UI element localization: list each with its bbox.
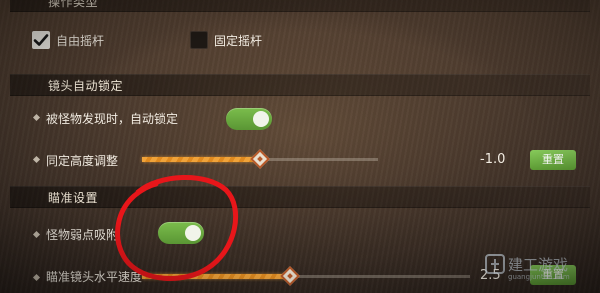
section-header-aim: 瞄准设置: [10, 186, 590, 208]
watermark: 建工游戏 guangjuntun.com: [484, 251, 594, 289]
slider-track: [260, 158, 378, 161]
section-header-camera-lock: 镜头自动锁定: [10, 74, 590, 96]
slider-track: [290, 275, 470, 278]
height-reset-button[interactable]: 重置: [530, 150, 576, 170]
fixed-stick-label: 固定摇杆: [214, 34, 263, 48]
slider-thumb[interactable]: [250, 149, 270, 169]
height-adjust-label: 同定高度调整: [46, 154, 119, 168]
weakpoint-snap-label: 怪物弱点吸附: [46, 228, 119, 242]
watermark-text: 建工游戏: [508, 256, 569, 274]
auto-lock-label: 被怪物发现时，自动锁定: [46, 112, 179, 126]
toggle-knob: [253, 111, 269, 127]
section-title: 操作类型: [48, 0, 99, 9]
section-title: 镜头自动锁定: [48, 79, 124, 93]
section-title: 瞄准设置: [48, 191, 99, 205]
slider-thumb[interactable]: [280, 266, 300, 286]
auto-lock-toggle[interactable]: [226, 108, 272, 130]
bullet-icon: [32, 230, 41, 239]
bullet-icon: [32, 273, 41, 282]
height-adjust-value: -1.0: [480, 152, 506, 167]
fixed-stick-checkbox[interactable]: [190, 31, 208, 49]
watermark-url: guangjuntun.com: [508, 273, 570, 281]
section-header-control-type: 操作类型: [10, 0, 590, 12]
height-adjust-slider[interactable]: [142, 149, 378, 169]
check-icon: [33, 34, 49, 46]
free-stick-checkbox[interactable]: [32, 31, 50, 49]
slider-fill: [142, 157, 260, 162]
annotation-circle: [115, 174, 239, 281]
bullet-icon: [32, 113, 41, 122]
free-stick-label: 自由摇杆: [56, 34, 105, 48]
bullet-icon: [32, 155, 41, 164]
